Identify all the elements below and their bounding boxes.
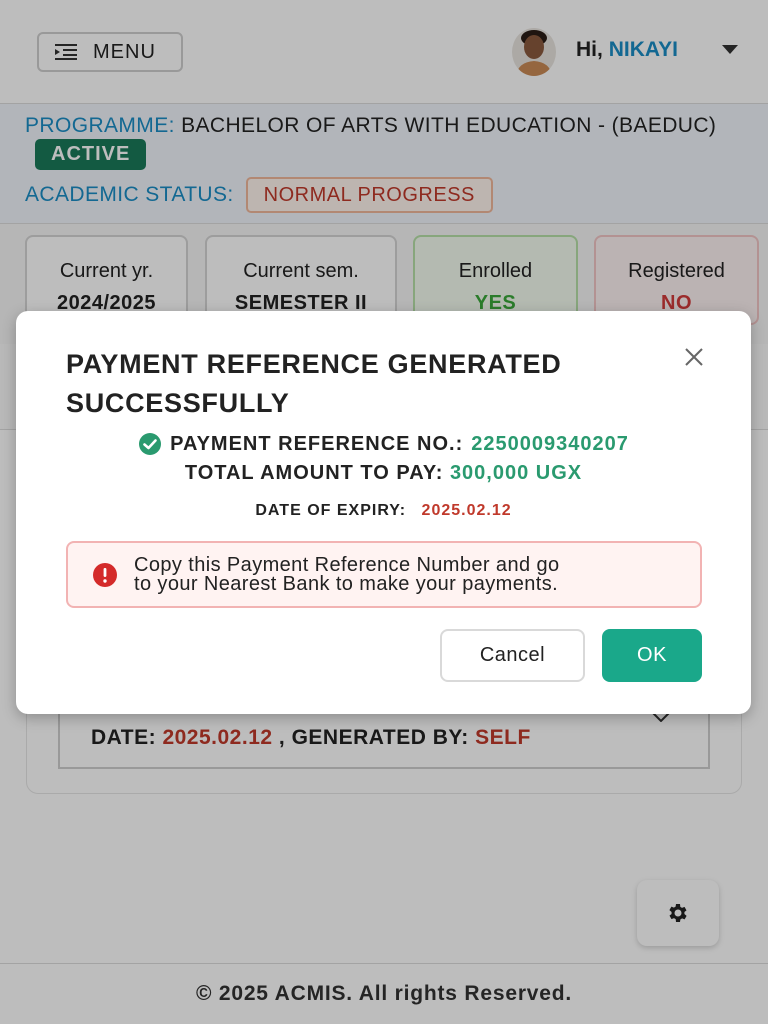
alert-line-2: to your Nearest Bank to make your paymen…	[134, 572, 559, 595]
dialog-title: PAYMENT REFERENCE GENERATED SUCCESSFULLY	[66, 349, 562, 418]
close-icon[interactable]	[682, 345, 706, 369]
alert-message: Copy this Payment Reference Number and g…	[134, 553, 560, 595]
bank-instruction-alert: Copy this Payment Reference Number and g…	[66, 541, 702, 608]
payment-reference-dialog: PAYMENT REFERENCE GENERATED SUCCESSFULLY…	[16, 311, 751, 714]
alert-line-1: Copy this Payment Reference Number and g…	[134, 553, 560, 576]
reference-value: 2250009340207	[471, 432, 629, 455]
amount-value: 300,000 UGX	[449, 462, 583, 484]
check-circle-icon	[139, 433, 162, 455]
cancel-button[interactable]: Cancel	[440, 629, 585, 682]
reference-number-line: PAYMENT REFERENCE NO.: 2250009340207	[16, 432, 751, 456]
expiry-line: DATE OF EXPIRY: 2025.02.12	[16, 502, 751, 520]
expiry-label: DATE OF EXPIRY:	[255, 502, 407, 519]
expiry-value: 2025.02.12	[421, 502, 512, 519]
amount-label: TOTAL AMOUNT TO PAY:	[184, 462, 444, 484]
reference-label: PAYMENT REFERENCE NO.:	[170, 432, 464, 455]
alert-icon	[93, 562, 117, 587]
ok-button[interactable]: OK	[602, 629, 702, 682]
total-amount-line: TOTAL AMOUNT TO PAY: 300,000 UGX	[16, 462, 751, 485]
